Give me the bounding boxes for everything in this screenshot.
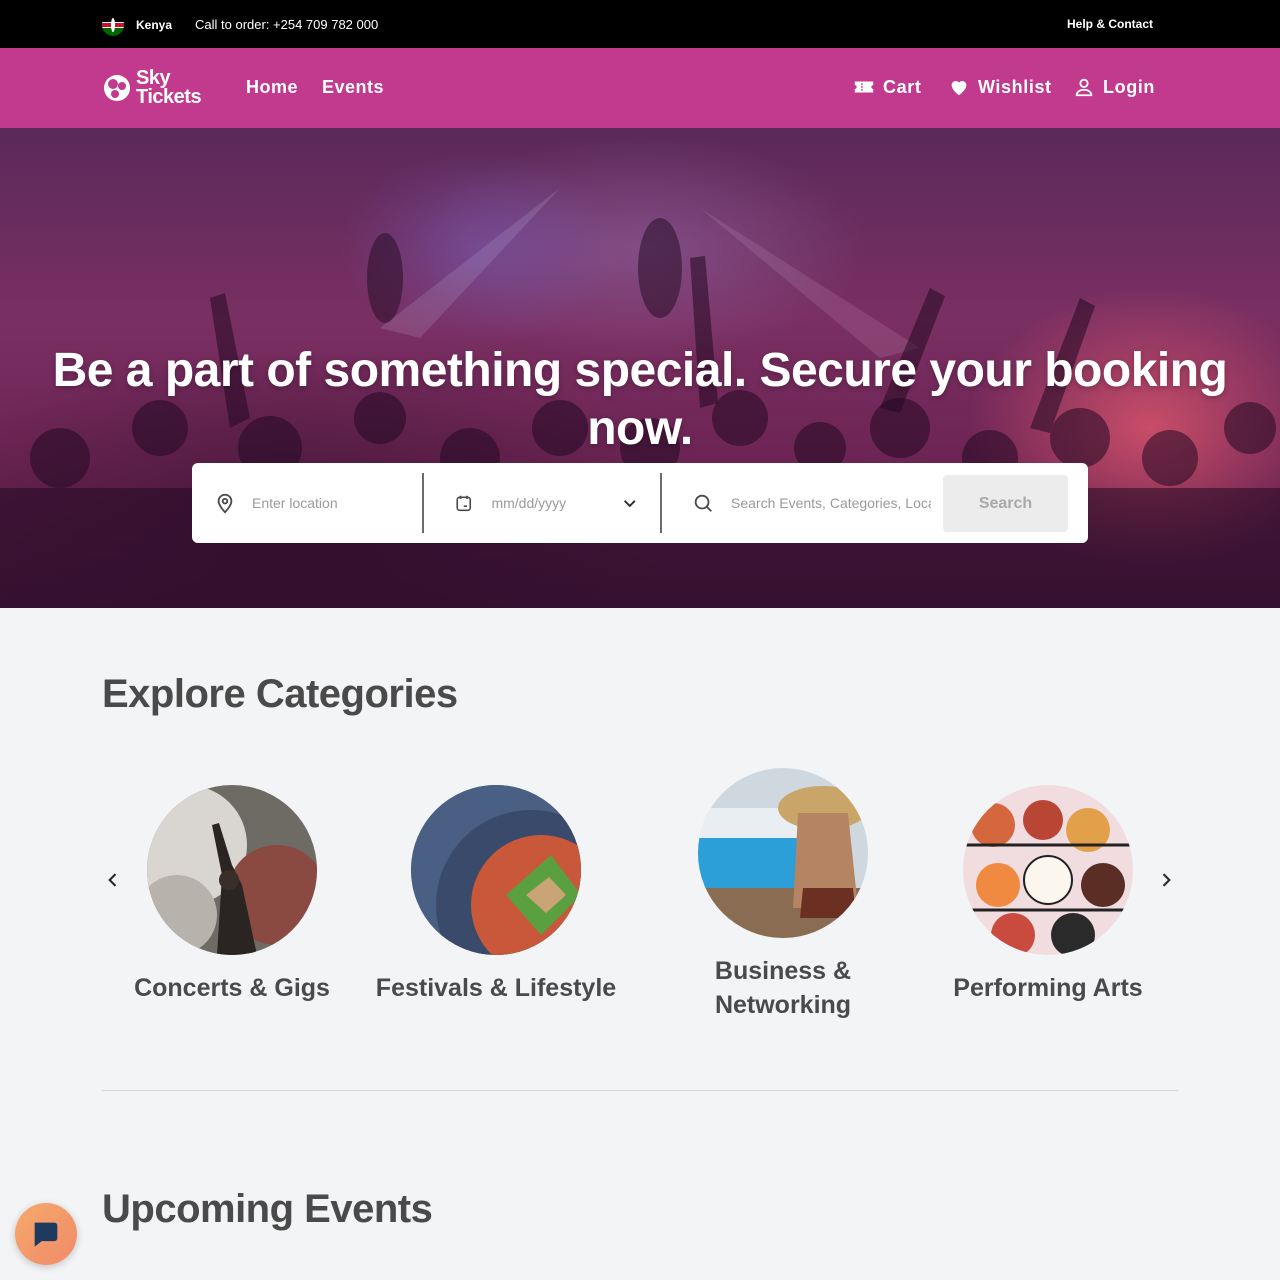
category-card-business[interactable]: Business & Networking bbox=[683, 768, 883, 1022]
upcoming-events-title: Upcoming Events bbox=[102, 1187, 433, 1231]
categories-title: Explore Categories bbox=[102, 672, 458, 716]
category-image bbox=[147, 785, 317, 955]
main-nav: Sky Tickets Home Events Cart Wishlist Lo… bbox=[0, 48, 1280, 128]
cart-button[interactable]: Cart bbox=[853, 76, 921, 98]
section-divider bbox=[102, 1090, 1178, 1091]
calendar-icon bbox=[456, 495, 472, 512]
category-card-festivals[interactable]: Festivals & Lifestyle bbox=[371, 785, 621, 1005]
keyword-field[interactable] bbox=[692, 473, 932, 533]
divider bbox=[660, 473, 662, 533]
sky-tickets-logo[interactable]: Sky Tickets bbox=[102, 67, 202, 108]
help-contact-link[interactable]: Help & Contact bbox=[1067, 17, 1153, 31]
nav-events[interactable]: Events bbox=[322, 77, 384, 98]
search-input[interactable] bbox=[731, 495, 931, 511]
date-field[interactable] bbox=[454, 473, 639, 533]
category-label: Festivals & Lifestyle bbox=[375, 974, 617, 1002]
chevron-right-icon[interactable] bbox=[1156, 870, 1176, 890]
category-image bbox=[411, 785, 581, 955]
date-input[interactable] bbox=[491, 495, 602, 511]
chevron-left-icon[interactable] bbox=[103, 870, 123, 890]
category-label: Concerts & Gigs bbox=[134, 974, 330, 1002]
wishlist-label: Wishlist bbox=[978, 76, 1052, 97]
hero-banner: Be a part of something special. Secure y… bbox=[0, 128, 1280, 608]
event-search-bar: Search bbox=[192, 463, 1088, 543]
logo-wordmark: Sky Tickets bbox=[136, 67, 202, 108]
category-image bbox=[963, 785, 1133, 955]
chevron-down-icon[interactable] bbox=[621, 494, 639, 512]
user-icon bbox=[1075, 78, 1093, 97]
logo-mark-icon bbox=[102, 73, 132, 103]
category-card-concerts[interactable]: Concerts & Gigs bbox=[132, 785, 332, 1005]
login-button[interactable]: Login bbox=[1073, 76, 1155, 98]
location-input[interactable] bbox=[252, 495, 402, 511]
category-label: Performing Arts bbox=[953, 974, 1143, 1002]
login-label: Login bbox=[1103, 76, 1155, 97]
search-icon bbox=[694, 494, 712, 512]
country-selector[interactable]: Kenya bbox=[102, 14, 172, 36]
ticket-icon bbox=[854, 81, 874, 93]
nav-home[interactable]: Home bbox=[246, 77, 298, 98]
search-button[interactable]: Search bbox=[943, 475, 1068, 532]
hero-headline: Be a part of something special. Secure y… bbox=[52, 344, 1228, 455]
chat-icon bbox=[34, 1222, 58, 1247]
location-field[interactable] bbox=[214, 473, 414, 533]
heart-icon bbox=[951, 81, 967, 96]
map-pin-icon bbox=[217, 493, 233, 514]
cart-label: Cart bbox=[883, 76, 922, 97]
kenya-flag-icon bbox=[102, 14, 124, 36]
category-image bbox=[698, 768, 868, 938]
wishlist-button[interactable]: Wishlist bbox=[948, 76, 1052, 98]
top-bar: Kenya Call to order: +254 709 782 000 He… bbox=[0, 0, 1280, 48]
divider bbox=[422, 473, 424, 533]
category-label: Business & Networking bbox=[714, 957, 852, 1019]
chat-widget-button[interactable] bbox=[15, 1203, 77, 1265]
order-phone[interactable]: Call to order: +254 709 782 000 bbox=[195, 17, 378, 32]
country-label: Kenya bbox=[136, 18, 173, 32]
category-card-performing-arts[interactable]: Performing Arts bbox=[948, 785, 1148, 1005]
